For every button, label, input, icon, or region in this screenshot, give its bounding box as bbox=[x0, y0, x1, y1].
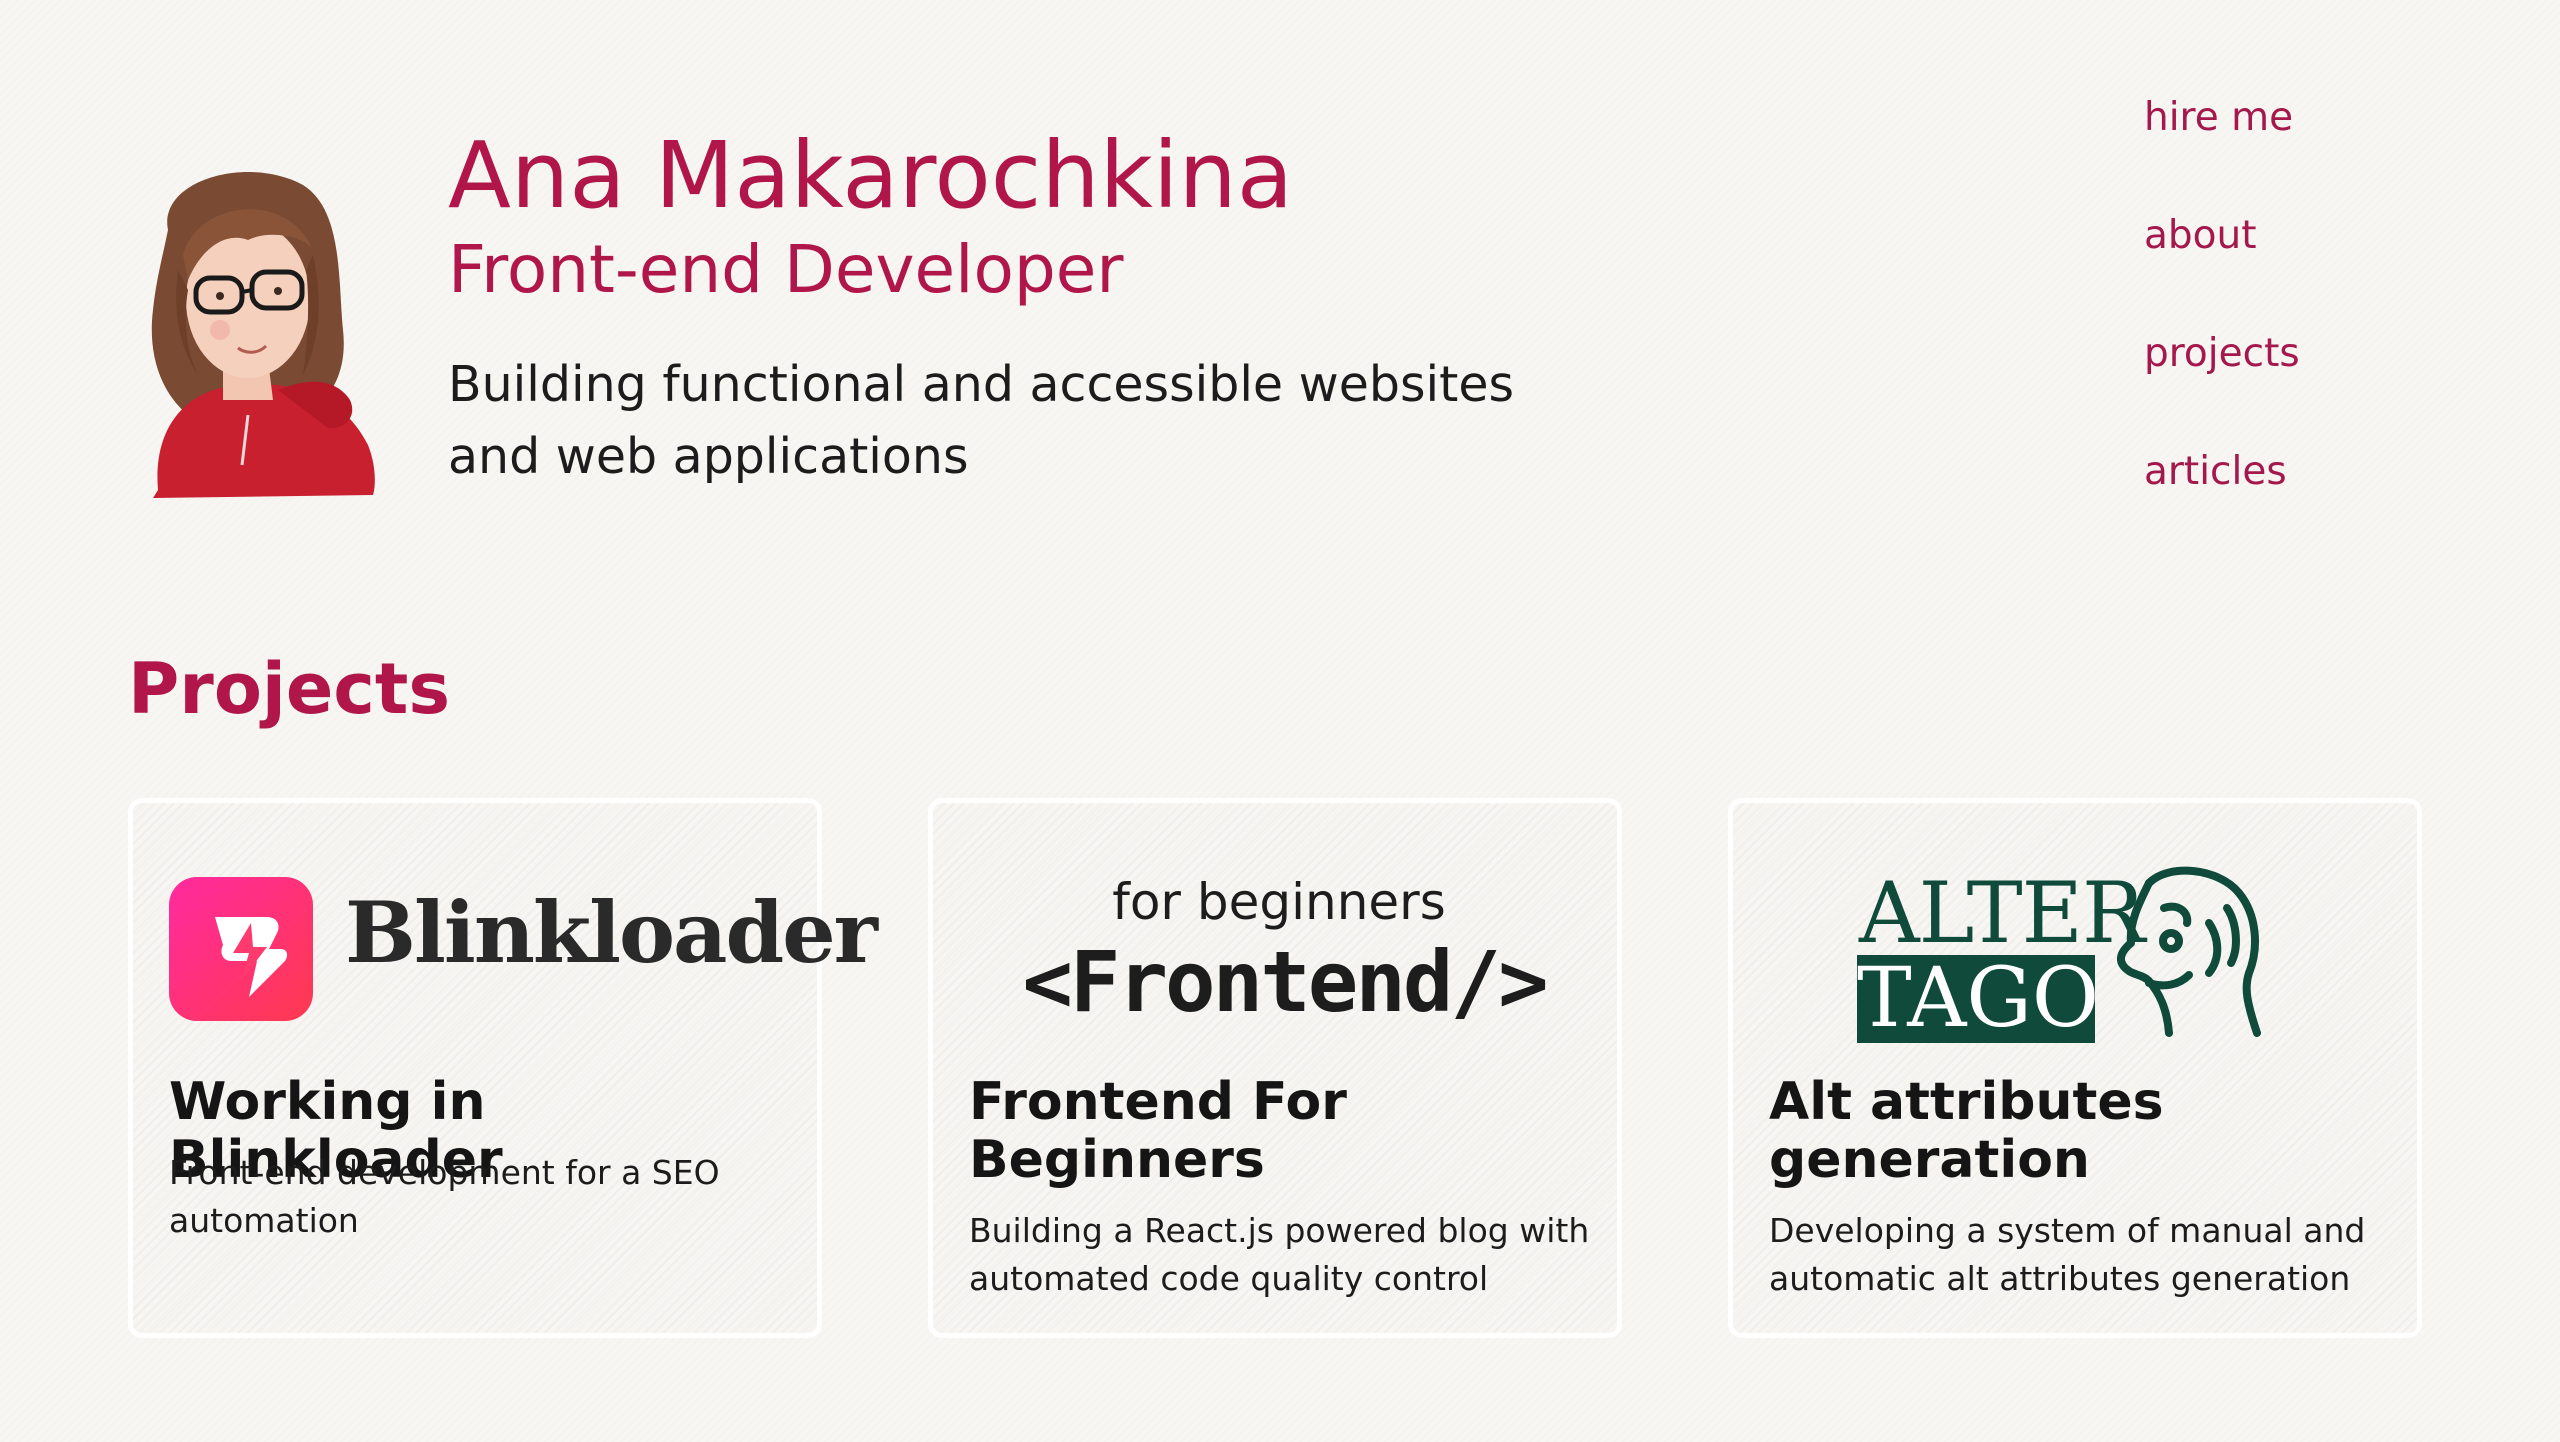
avatar bbox=[128, 160, 388, 500]
card-title[interactable]: Frontend For Beginners bbox=[969, 1073, 1599, 1189]
card-description: Developing a system of manual and automa… bbox=[1769, 1211, 2366, 1298]
page-title: Ana Makarochkina bbox=[448, 122, 1294, 229]
tagline: Building functional and accessible websi… bbox=[448, 355, 1515, 485]
nav-link-articles[interactable]: articles bbox=[2144, 442, 2300, 560]
logo-bottom-text: TAGO bbox=[1857, 951, 2100, 1046]
page: Ana Makarochkina Front-end Developer Bui… bbox=[0, 0, 2560, 1442]
nav-link-about[interactable]: about bbox=[2144, 206, 2300, 324]
blinkloader-logo: Blinkloader bbox=[169, 863, 878, 1043]
face-profile-icon bbox=[2109, 863, 2269, 1043]
logo-wordmark: <Frontend/> bbox=[1022, 933, 1548, 1031]
card-title[interactable]: Alt attributes generation bbox=[1769, 1073, 2399, 1189]
card-description: Front-end development for a SEO automati… bbox=[169, 1153, 720, 1240]
card-description: Building a React.js powered blog with au… bbox=[969, 1211, 1590, 1298]
main-nav: hire me about projects articles bbox=[2144, 88, 2300, 560]
alter-tago-logo: ALTER TAGO bbox=[1769, 863, 2389, 1043]
nav-link-hire-me[interactable]: hire me bbox=[2144, 88, 2300, 206]
lightning-icon bbox=[169, 877, 313, 1021]
blinkloader-logo-text: Blinkloader bbox=[345, 883, 878, 982]
logo-top-text: ALTER bbox=[1859, 864, 2145, 962]
project-card-frontend-for-beginners[interactable]: for beginners <Frontend/> Frontend For B… bbox=[928, 798, 1622, 1338]
logo-subtitle: for beginners bbox=[1112, 873, 1446, 931]
project-card-alt-attributes[interactable]: ALTER TAGO Alt attributes generation Dev… bbox=[1728, 798, 2422, 1338]
frontend-for-beginners-logo: for beginners <Frontend/> bbox=[969, 863, 1589, 1043]
intro: Ana Makarochkina Front-end Developer Bui… bbox=[448, 125, 1598, 493]
projects-heading: Projects bbox=[128, 648, 451, 730]
project-card-blinkloader[interactable]: Blinkloader Working in Blinkloader Front… bbox=[128, 798, 878, 1338]
job-title: Front-end Developer bbox=[448, 231, 1124, 309]
nav-link-projects[interactable]: projects bbox=[2144, 324, 2300, 442]
